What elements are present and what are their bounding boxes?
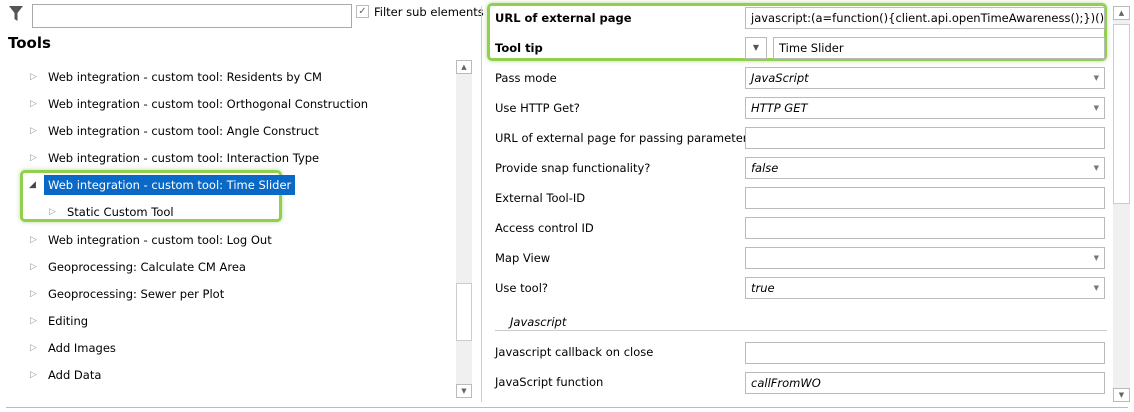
properties-scrollbar[interactable]: ▲ ▼ [1113, 6, 1130, 402]
use-tool-label: Use tool? [495, 281, 549, 295]
collapse-arrow-icon[interactable]: ◢ [29, 175, 36, 195]
url-input[interactable]: javascript:(a=function(){client.api.open… [745, 7, 1105, 29]
panel-divider[interactable] [481, 6, 482, 402]
expand-arrow-icon[interactable]: ▷ [30, 67, 37, 87]
tree-item-label: Web integration - custom tool: Angle Con… [48, 124, 319, 138]
tree-item-label: Web integration - custom tool: Residents… [48, 70, 322, 84]
tooltip-input[interactable]: Time Slider [773, 37, 1105, 59]
scroll-thumb[interactable] [1113, 24, 1130, 204]
expand-arrow-icon[interactable]: ▷ [30, 257, 37, 277]
url-label: URL of external page [495, 11, 632, 25]
tree-item-label: Geoprocessing: Calculate CM Area [48, 260, 246, 274]
filter-input[interactable] [32, 4, 352, 28]
tool-id-input[interactable] [745, 187, 1105, 209]
js-function-input[interactable]: callFromWO [745, 372, 1105, 394]
expand-arrow-icon[interactable]: ▷ [30, 284, 37, 304]
chevron-down-icon: ▼ [1093, 164, 1099, 172]
chevron-down-icon: ▼ [1093, 254, 1099, 262]
pass-mode-label: Pass mode [495, 71, 557, 85]
tooltip-label: Tool tip [495, 41, 543, 55]
filter-sub-elements-checkbox[interactable]: ✓ [356, 5, 369, 18]
snap-label: Provide snap functionality? [495, 161, 651, 175]
tools-heading: Tools [8, 34, 51, 52]
tooltip-language-dropdown-icon[interactable]: ▼ [745, 37, 767, 59]
js-callback-input[interactable] [745, 342, 1105, 364]
tree-item-label: Geoprocessing: Sewer per Plot [48, 287, 225, 301]
section-heading: Javascript [510, 315, 567, 329]
access-id-label: Access control ID [495, 221, 594, 235]
chevron-down-icon: ▼ [1093, 104, 1099, 112]
tree-scrollbar[interactable]: ▲ ▼ [456, 60, 472, 398]
chevron-down-icon: ▼ [1093, 284, 1099, 292]
filter-sub-elements-label: Filter sub elements [374, 5, 484, 19]
scroll-thumb[interactable] [456, 283, 472, 341]
tree-item-label: Add Data [48, 368, 102, 382]
chevron-down-icon: ▼ [1093, 74, 1099, 82]
http-get-label: Use HTTP Get? [495, 101, 580, 115]
scroll-down-icon[interactable]: ▼ [1113, 388, 1130, 402]
expand-arrow-icon[interactable]: ▷ [30, 148, 37, 168]
snap-select[interactable]: false ▼ [745, 157, 1105, 179]
use-tool-value: true [751, 281, 775, 295]
expand-arrow-icon[interactable]: ▷ [30, 365, 37, 385]
http-get-select[interactable]: HTTP GET ▼ [745, 97, 1105, 119]
scroll-down-icon[interactable]: ▼ [456, 384, 472, 398]
expand-arrow-icon[interactable]: ▷ [30, 230, 37, 250]
js-callback-label: Javascript callback on close [495, 345, 654, 359]
http-get-value: HTTP GET [751, 101, 808, 115]
expand-arrow-icon[interactable]: ▷ [49, 202, 56, 222]
url-params-input[interactable] [745, 127, 1105, 149]
tree-item-label: Web integration - custom tool: Time Slid… [44, 175, 296, 195]
tree-item-label: Static Custom Tool [67, 205, 174, 219]
snap-value: false [751, 161, 779, 175]
filter-icon[interactable] [9, 6, 23, 22]
url-params-label: URL of external page for passing paramet… [495, 131, 754, 145]
scroll-up-icon[interactable]: ▲ [456, 60, 472, 74]
tree-item-label: Add Images [48, 341, 116, 355]
tree-item-label: Editing [48, 314, 89, 328]
tree-item-label: Web integration - custom tool: Orthogona… [48, 97, 369, 111]
pass-mode-select[interactable]: JavaScript ▼ [745, 67, 1105, 89]
expand-arrow-icon[interactable]: ▷ [30, 338, 37, 358]
bottom-border [6, 407, 1128, 408]
section-divider [495, 330, 1107, 331]
expand-arrow-icon[interactable]: ▷ [30, 311, 37, 331]
expand-arrow-icon[interactable]: ▷ [30, 121, 37, 141]
pass-mode-value: JavaScript [751, 71, 809, 85]
expand-arrow-icon[interactable]: ▷ [30, 94, 37, 114]
use-tool-select[interactable]: true ▼ [745, 277, 1105, 299]
js-function-label: JavaScript function [495, 375, 604, 389]
tree-item-label: Web integration - custom tool: Interacti… [48, 151, 320, 165]
tree-item-label: Web integration - custom tool: Log Out [48, 233, 272, 247]
map-view-select[interactable]: ▼ [745, 247, 1105, 269]
tool-id-label: External Tool-ID [495, 191, 586, 205]
access-id-input[interactable] [745, 217, 1105, 239]
map-view-label: Map View [495, 251, 551, 265]
scroll-up-icon[interactable]: ▲ [1113, 6, 1130, 20]
